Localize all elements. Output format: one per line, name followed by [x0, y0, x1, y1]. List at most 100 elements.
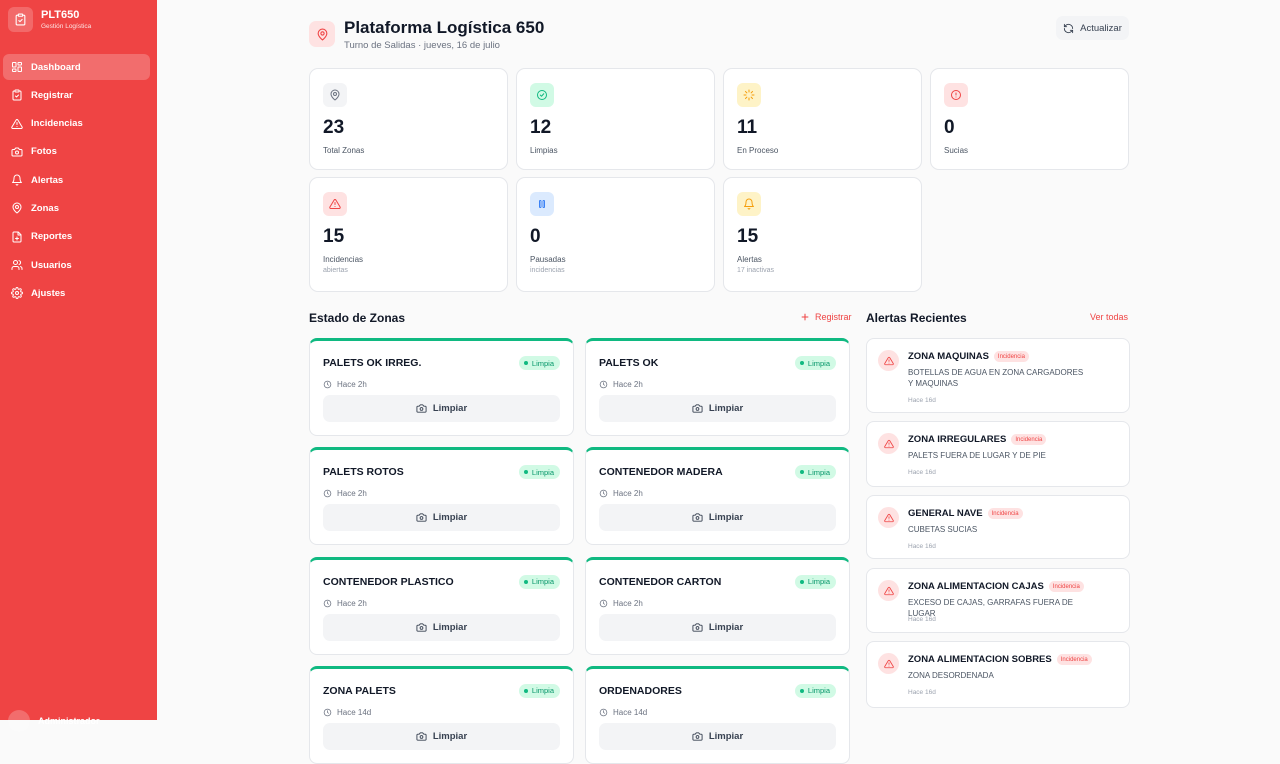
map-pin-icon: [11, 202, 23, 214]
alert-badge: Incidencia: [1011, 434, 1047, 445]
warning-icon: [878, 653, 899, 674]
sidebar-item-zonas[interactable]: Zonas: [3, 195, 150, 221]
alert-description: ZONA DESORDENADA: [908, 671, 994, 680]
zone-card[interactable]: ZONA PALETS Limpia Hace 14d Limpiar: [309, 665, 574, 764]
user-profile[interactable]: Administrador: [8, 710, 100, 732]
alert-card[interactable]: ZONA ALIMENTACION CAJAS Incidencia EXCESO …: [866, 568, 1130, 633]
sidebar-item-fotos[interactable]: Fotos: [3, 139, 150, 165]
zone-card[interactable]: PALETS ROTOS Limpia Hace 2h Limpiar: [309, 447, 574, 546]
zone-card[interactable]: PALETS OK Limpia Hace 2h Limpiar: [585, 338, 850, 436]
brand-title: PLT650: [41, 8, 80, 21]
stat-sublabel: incidencias: [530, 267, 565, 274]
status-label: Limpia: [531, 467, 554, 477]
alert-card[interactable]: ZONA IRREGULARES Incidencia PALETS FUERA D…: [866, 421, 1130, 487]
camera-icon: [11, 146, 23, 158]
sidebar-item-label: Registrar: [31, 89, 73, 101]
clock-icon: [323, 489, 337, 498]
alert-title: ZONA ALIMENTACION CAJAS: [908, 581, 1044, 592]
register-zone-link[interactable]: Registrar: [800, 312, 852, 322]
alert-time: Hace 16d: [908, 616, 936, 623]
clean-button-label: Limpiar: [432, 730, 468, 742]
stat-value: 15: [323, 226, 345, 247]
users-icon: [11, 259, 23, 271]
clean-button[interactable]: Limpiar: [323, 722, 560, 750]
map-pin-icon: [323, 83, 347, 107]
sidebar-item-incidencias[interactable]: Incidencias: [3, 111, 150, 137]
view-all-alerts-link[interactable]: Ver todas: [1090, 312, 1128, 322]
warning-icon: [878, 350, 899, 371]
check-circle-icon: [530, 83, 554, 107]
status-dot: [523, 688, 528, 693]
stat-label: Incidencias: [323, 255, 364, 264]
stat-label: Alertas: [737, 255, 762, 264]
stat-label: Pausadas: [530, 255, 566, 264]
clean-button-label: Limpiar: [708, 730, 744, 742]
sidebar-item-alertas[interactable]: Alertas: [3, 167, 150, 193]
clean-button[interactable]: Limpiar: [323, 504, 560, 532]
alert-badge: Incidencia: [1048, 581, 1084, 592]
camera-icon: [416, 512, 433, 523]
status-label: Limpia: [531, 686, 554, 696]
clipboard-logo-icon: [8, 7, 33, 32]
clean-button[interactable]: Limpiar: [599, 613, 836, 641]
stat-card-en-proceso: 11 En Proceso: [723, 68, 922, 170]
sidebar-item-dashboard[interactable]: Dashboard: [3, 54, 150, 80]
stat-card-sucias: 0 Sucias: [930, 68, 1129, 170]
clean-button[interactable]: Limpiar: [599, 722, 836, 750]
status-dot: [523, 361, 528, 365]
warning-icon: [878, 580, 899, 601]
clean-button[interactable]: Limpiar: [323, 395, 560, 422]
alert-time: Hace 16d: [908, 469, 936, 476]
sidebar-item-usuarios[interactable]: Usuarios: [3, 252, 150, 278]
status-label: Limpia: [807, 358, 830, 368]
sidebar-item-registrar[interactable]: Registrar: [3, 82, 150, 108]
clipboard-icon: [11, 89, 23, 101]
zone-time-label: Hace 2h: [613, 489, 643, 499]
status-dot: [523, 579, 528, 584]
zones-section-title: Estado de Zonas: [309, 311, 406, 325]
sidebar-item-label: Ajustes: [31, 287, 66, 299]
zone-time-label: Hace 2h: [613, 598, 643, 608]
clean-button-label: Limpiar: [432, 403, 468, 414]
camera-icon: [692, 622, 709, 633]
sidebar-item-ajustes[interactable]: Ajustes: [3, 280, 150, 306]
alert-card[interactable]: ZONA MAQUINAS Incidencia BOTELLAS DE AGUA …: [866, 338, 1130, 413]
bell-icon: [11, 174, 23, 186]
sidebar-item-label: Incidencias: [31, 118, 83, 130]
sidebar-item-label: Reportes: [31, 231, 73, 243]
clock-icon: [599, 599, 613, 608]
map-pin-icon: [309, 21, 335, 47]
zone-card[interactable]: CONTENEDOR CARTON Limpia Hace 2h Limpiar: [585, 556, 850, 655]
clock-icon: [323, 708, 337, 717]
warning-icon: [11, 118, 23, 130]
alert-card[interactable]: GENERAL NAVE Incidencia CUBETAS SUCIAS Hace…: [866, 495, 1130, 559]
clock-icon: [323, 380, 337, 389]
gear-icon: [11, 287, 23, 300]
status-badge: Limpia: [794, 683, 836, 698]
page-subtitle: Turno de Salidas · jueves, 16 de julio: [344, 40, 500, 51]
main-content: Plataforma Logística 650 Turno de Salida…: [157, 0, 1280, 764]
brand[interactable]: PLT650 Gestión Logística: [8, 7, 91, 32]
clean-button-label: Limpiar: [708, 512, 744, 524]
refresh-button[interactable]: Actualizar: [1056, 16, 1129, 40]
zone-time: Hace 2h: [599, 599, 643, 608]
status-label: Limpia: [807, 686, 830, 696]
camera-icon: [416, 622, 433, 633]
sidebar-nav: Dashboard Registrar Incidencias Fotos Alerta…: [3, 54, 150, 309]
zone-card[interactable]: PALETS OK IRREG. Limpia Hace 2h Limpiar: [309, 338, 574, 436]
zone-card[interactable]: ORDENADORES Limpia Hace 14d Limpiar: [585, 665, 850, 764]
zone-card[interactable]: CONTENEDOR PLASTICO Limpia Hace 2h Limpiar: [309, 556, 574, 655]
clean-button[interactable]: Limpiar: [599, 504, 836, 532]
stat-sublabel: 17 inactivas: [737, 267, 774, 274]
refresh-label: Actualizar: [1080, 22, 1122, 34]
zone-card[interactable]: CONTENEDOR MADERA Limpia Hace 2h Limpiar: [585, 447, 850, 546]
stat-label: En Proceso: [737, 146, 779, 155]
clean-button[interactable]: Limpiar: [599, 395, 836, 422]
stat-label: Limpias: [530, 146, 558, 155]
clean-button-label: Limpiar: [432, 512, 468, 524]
zone-time-label: Hace 2h: [337, 489, 367, 499]
alert-card[interactable]: ZONA ALIMENTACION SOBRES Incidencia ZONA D…: [866, 641, 1130, 708]
page-title: Plataforma Logística 650: [344, 18, 545, 37]
clean-button[interactable]: Limpiar: [323, 613, 560, 641]
sidebar-item-reportes[interactable]: Reportes: [3, 224, 150, 250]
